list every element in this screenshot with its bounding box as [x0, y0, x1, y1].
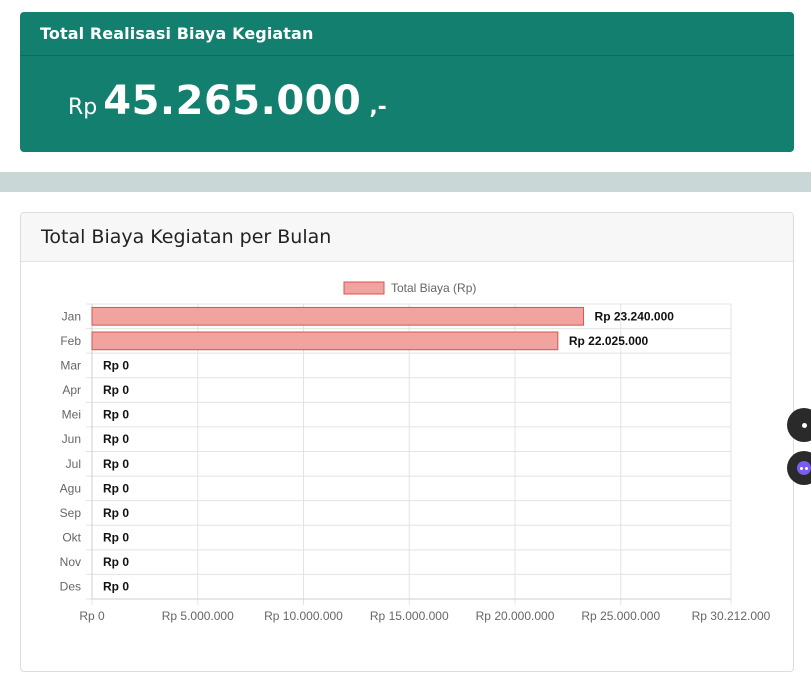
data-label: Rp 0 [103, 481, 129, 495]
summary-card: Total Realisasi Biaya Kegiatan Rp 45.265… [20, 12, 794, 152]
data-label: Rp 0 [103, 432, 129, 446]
data-label: Rp 0 [103, 457, 129, 471]
y-tick-label: Okt [62, 531, 81, 545]
data-label: Rp 0 [103, 383, 129, 397]
bar-chart: Total Biaya (Rp) Rp 0 Rp 5.000.000 Rp 10.00… [60, 281, 771, 623]
y-tick-label: Jul [66, 457, 81, 471]
y-tick-label: Mei [62, 408, 81, 422]
x-tick-label: Rp 15.000.000 [370, 609, 449, 623]
y-tick-label: Feb [60, 334, 81, 348]
bot-icon [797, 461, 811, 475]
x-tick-label: Rp 25.000.000 [581, 609, 660, 623]
x-tick-label: Rp 0 [79, 609, 105, 623]
chart-card: Total Biaya Kegiatan per Bulan Total Bia… [20, 212, 794, 672]
y-tick-label: Agu [60, 481, 81, 495]
y-tick-label: Mar [60, 358, 81, 372]
x-tick-label: Rp 5.000.000 [162, 609, 234, 623]
dot-icon [801, 422, 807, 428]
data-label: Rp 23.240.000 [595, 309, 675, 323]
y-tick-label: Des [60, 580, 81, 594]
y-tick-label: Jun [62, 432, 81, 446]
legend-label: Total Biaya (Rp) [391, 281, 476, 295]
bar [91, 306, 585, 326]
bar [91, 331, 559, 351]
summary-suffix: ,- [369, 95, 387, 120]
x-tick-label: Rp 30.212.000 [692, 609, 771, 623]
x-tick-label: Rp 10.000.000 [264, 609, 343, 623]
summary-currency: Rp [68, 95, 98, 120]
data-label: Rp 22.025.000 [569, 334, 649, 348]
y-tick-label: Sep [60, 506, 82, 520]
summary-amount: 45.265.000 [103, 78, 362, 124]
legend-swatch [343, 281, 385, 295]
data-label: Rp 0 [103, 555, 129, 569]
y-tick-label: Nov [60, 555, 81, 569]
data-label: Rp 0 [103, 506, 129, 520]
summary-value: Rp 45.265.000 ,- [68, 78, 387, 124]
y-tick-label: Apr [62, 383, 81, 397]
y-tick-label: Jan [62, 309, 81, 323]
data-label: Rp 0 [103, 580, 129, 594]
section-divider [0, 172, 811, 192]
x-tick-label: Rp 20.000.000 [476, 609, 555, 623]
data-label: Rp 0 [103, 531, 129, 545]
data-label: Rp 0 [103, 408, 129, 422]
data-label: Rp 0 [103, 358, 129, 372]
summary-title: Total Realisasi Biaya Kegiatan [20, 12, 794, 56]
